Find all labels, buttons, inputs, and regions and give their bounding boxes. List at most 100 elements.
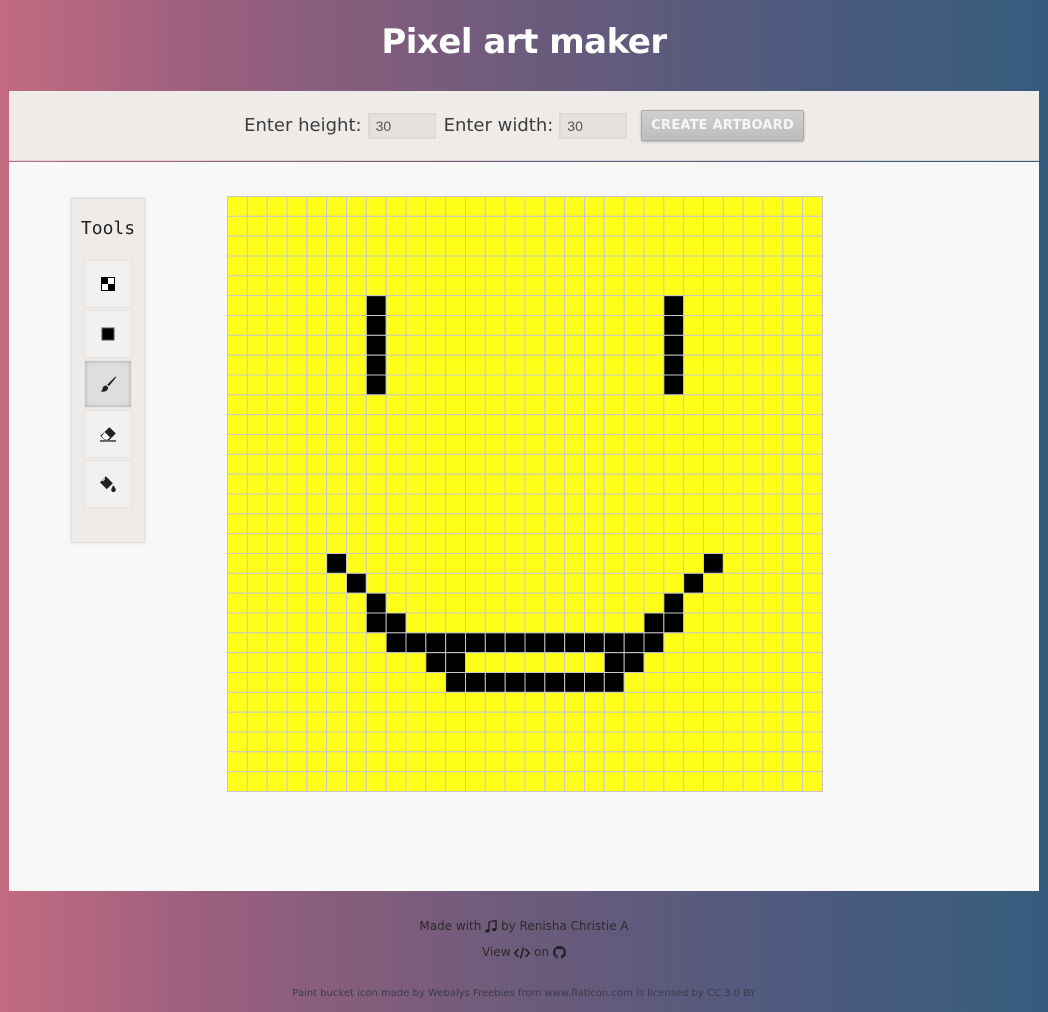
pixel-cell[interactable] — [722, 672, 744, 693]
pixel-cell[interactable] — [286, 612, 308, 634]
pixel-cell[interactable] — [722, 771, 744, 792]
pixel-cell[interactable] — [227, 414, 248, 436]
pixel-cell[interactable] — [365, 632, 387, 654]
pixel-cell[interactable] — [365, 672, 387, 693]
pixel-cell[interactable] — [465, 414, 486, 436]
pixel-cell[interactable] — [782, 533, 804, 554]
pixel-cell[interactable] — [425, 691, 447, 713]
pixel-cell[interactable] — [762, 553, 784, 574]
pixel-cell[interactable] — [465, 275, 486, 297]
pixel-cell[interactable] — [643, 255, 665, 277]
pixel-cell[interactable] — [346, 731, 367, 753]
pixel-cell[interactable] — [306, 354, 328, 376]
pixel-cell[interactable] — [385, 751, 407, 773]
pixel-cell[interactable] — [603, 691, 625, 713]
pixel-cell[interactable] — [524, 354, 546, 376]
pixel-cell[interactable] — [742, 275, 764, 297]
pixel-cell[interactable] — [445, 672, 467, 693]
pixel-cell[interactable] — [326, 434, 347, 455]
pixel-cell[interactable] — [524, 215, 546, 237]
pixel-cell[interactable] — [346, 672, 367, 693]
pixel-cell[interactable] — [524, 771, 546, 792]
pixel-cell[interactable] — [544, 255, 566, 277]
pixel-cell[interactable] — [742, 473, 764, 495]
pixel-cell[interactable] — [782, 434, 804, 455]
pixel-cell[interactable] — [703, 255, 724, 277]
pixel-cell[interactable] — [722, 414, 744, 436]
pixel-cell[interactable] — [306, 672, 328, 693]
pixel-cell[interactable] — [227, 374, 248, 396]
pixel-cell[interactable] — [306, 315, 328, 336]
pixel-cell[interactable] — [802, 672, 823, 693]
pixel-cell[interactable] — [802, 751, 823, 773]
pixel-cell[interactable] — [802, 771, 823, 792]
pixel-cell[interactable] — [683, 691, 704, 713]
pixel-cell[interactable] — [425, 394, 447, 416]
pixel-cell[interactable] — [782, 374, 804, 396]
pixel-cell[interactable] — [227, 334, 248, 356]
code-icon[interactable] — [514, 946, 531, 959]
pixel-cell[interactable] — [484, 414, 506, 436]
pixel-cell[interactable] — [425, 255, 447, 277]
pixel-cell[interactable] — [346, 315, 367, 336]
pixel-cell[interactable] — [266, 453, 288, 475]
pixel-cell[interactable] — [603, 275, 625, 297]
pixel-cell[interactable] — [365, 711, 387, 733]
pixel-cell[interactable] — [365, 315, 387, 336]
pixel-cell[interactable] — [346, 652, 367, 673]
pixel-cell[interactable] — [524, 513, 546, 535]
pixel-cell[interactable] — [385, 473, 407, 495]
pixel-cell[interactable] — [703, 691, 724, 713]
pixel-cell[interactable] — [703, 751, 724, 773]
pixel-cell[interactable] — [504, 553, 526, 574]
pixel-cell[interactable] — [326, 632, 347, 654]
pixel-cell[interactable] — [246, 255, 268, 277]
pixel-cell[interactable] — [762, 374, 784, 396]
pixel-cell[interactable] — [246, 572, 268, 594]
pixel-cell[interactable] — [385, 453, 407, 475]
pixel-cell[interactable] — [663, 592, 685, 614]
pixel-cell[interactable] — [385, 691, 407, 713]
pixel-cell[interactable] — [782, 215, 804, 237]
pixel-cell[interactable] — [484, 354, 506, 376]
pixel-cell[interactable] — [266, 691, 288, 713]
pixel-cell[interactable] — [266, 513, 288, 535]
pixel-cell[interactable] — [326, 374, 347, 396]
pixel-cell[interactable] — [524, 295, 546, 316]
pixel-cell[interactable] — [703, 771, 724, 792]
pixel-cell[interactable] — [425, 711, 447, 733]
pixel-cell[interactable] — [484, 374, 506, 396]
pixel-cell[interactable] — [802, 632, 823, 654]
pixel-cell[interactable] — [246, 691, 268, 713]
pixel-cell[interactable] — [762, 434, 784, 455]
pixel-cell[interactable] — [365, 453, 387, 475]
pixel-cell[interactable] — [722, 235, 744, 257]
pixel-cell[interactable] — [246, 473, 268, 495]
pixel-cell[interactable] — [286, 215, 308, 237]
pixel-cell[interactable] — [405, 295, 427, 316]
pixel-cell[interactable] — [326, 553, 347, 574]
pixel-cell[interactable] — [266, 414, 288, 436]
pixel-cell[interactable] — [703, 315, 724, 336]
pixel-cell[interactable] — [683, 513, 704, 535]
pixel-cell[interactable] — [802, 612, 823, 634]
pixel-cell[interactable] — [425, 334, 447, 356]
pixel-cell[interactable] — [425, 235, 447, 257]
pixel-cell[interactable] — [484, 592, 506, 614]
pixel-cell[interactable] — [762, 652, 784, 673]
pixel-cell[interactable] — [286, 275, 308, 297]
pixel-cell[interactable] — [504, 652, 526, 673]
pixel-cell[interactable] — [504, 255, 526, 277]
pixel-cell[interactable] — [445, 711, 467, 733]
pixel-cell[interactable] — [365, 612, 387, 634]
pixel-cell[interactable] — [346, 255, 367, 277]
pixel-cell[interactable] — [782, 414, 804, 436]
pixel-cell[interactable] — [584, 691, 605, 713]
pixel-cell[interactable] — [643, 493, 665, 515]
pixel-cell[interactable] — [802, 235, 823, 257]
pixel-cell[interactable] — [802, 493, 823, 515]
pixel-cell[interactable] — [266, 255, 288, 277]
pixel-cell[interactable] — [266, 354, 288, 376]
pixel-cell[interactable] — [703, 235, 724, 257]
pixel-cell[interactable] — [227, 434, 248, 455]
